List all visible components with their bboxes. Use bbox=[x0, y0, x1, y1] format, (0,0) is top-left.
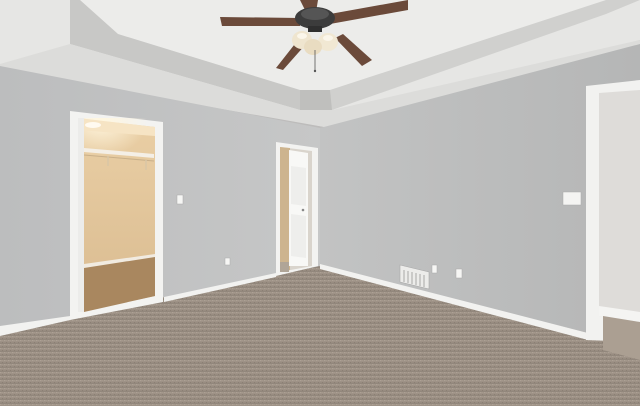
wall-outlet bbox=[224, 257, 231, 266]
bedroom-illustration bbox=[0, 0, 640, 406]
wall-outlet-right bbox=[431, 264, 438, 274]
bedroom-photo bbox=[0, 0, 640, 406]
light-switch bbox=[176, 194, 184, 205]
fan-blade-left bbox=[220, 17, 300, 26]
walk-in-closet-doorway bbox=[70, 111, 163, 320]
bathroom-doorway bbox=[276, 142, 318, 276]
right-doorway bbox=[586, 80, 640, 360]
light-switch-right bbox=[562, 191, 582, 206]
wall-outlet-right-2 bbox=[455, 268, 463, 279]
